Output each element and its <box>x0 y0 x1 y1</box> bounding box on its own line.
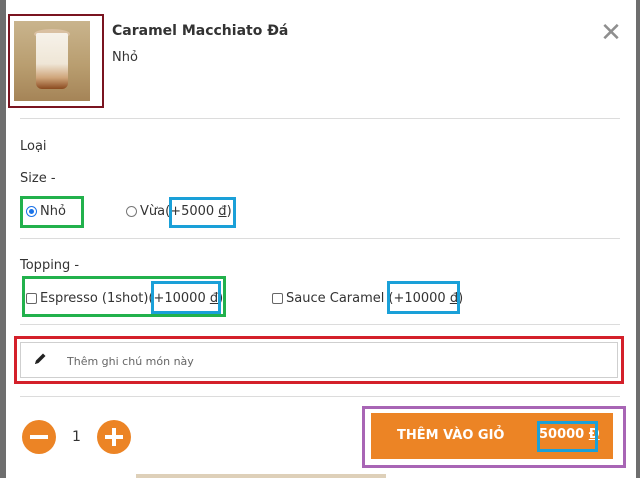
divider <box>20 324 620 325</box>
background-peek <box>136 474 386 478</box>
price-currency: đ <box>209 291 219 306</box>
topping-espresso-price: (+10000 đ) <box>148 291 223 306</box>
product-variant: Nhỏ <box>112 50 138 65</box>
price-suffix: ) <box>218 291 224 306</box>
checkbox-espresso[interactable] <box>26 293 37 304</box>
price-suffix: ) <box>458 291 464 306</box>
product-image <box>14 21 90 101</box>
add-to-cart-button[interactable]: THÊM VÀO GIỎ 50000 Đ <box>371 413 613 459</box>
topping-caramel-label: Sauce Caramel <box>286 291 385 306</box>
close-icon[interactable]: ✕ <box>598 20 624 46</box>
quantity-value: 1 <box>72 429 81 445</box>
size-option-medium-label: Vừa <box>140 204 166 219</box>
minus-icon[interactable] <box>22 420 56 454</box>
checkbox-caramel[interactable] <box>272 293 283 304</box>
size-option-medium[interactable]: Vừa (+5000 đ) <box>126 204 232 219</box>
divider <box>20 238 620 239</box>
price-text: (+10000 <box>148 291 210 306</box>
topping-option-espresso[interactable]: Espresso (1shot) (+10000 đ) <box>26 291 223 306</box>
radio-small[interactable] <box>26 206 37 217</box>
price-text: 50000 <box>539 427 589 442</box>
topping-option-caramel[interactable]: Sauce Caramel (+10000 đ) <box>272 291 463 306</box>
size-option-small-label: Nhỏ <box>40 204 66 219</box>
price-text: (+5000 <box>165 204 219 219</box>
note-field[interactable] <box>20 342 618 378</box>
product-title: Caramel Macchiato Đá <box>112 23 289 39</box>
add-to-cart-label: THÊM VÀO GIỎ <box>397 428 505 443</box>
price-currency: đ <box>218 204 227 219</box>
type-label: Loại <box>20 139 47 154</box>
product-options-modal: Caramel Macchiato Đá Nhỏ ✕ Loại Size - N… <box>6 0 636 478</box>
divider <box>20 118 620 119</box>
size-label: Size - <box>20 171 56 186</box>
size-option-small[interactable]: Nhỏ <box>26 204 66 219</box>
size-medium-price: (+5000 đ) <box>165 204 232 219</box>
radio-medium[interactable] <box>126 206 137 217</box>
glass-shape <box>36 33 68 89</box>
topping-caramel-price: (+10000 đ) <box>388 291 463 306</box>
topping-label: Topping - <box>20 258 80 273</box>
price-suffix: ) <box>226 204 232 219</box>
note-input[interactable] <box>65 351 609 371</box>
price-text: (+10000 <box>388 291 450 306</box>
plus-icon[interactable] <box>97 420 131 454</box>
topping-espresso-label: Espresso (1shot) <box>40 291 149 306</box>
price-currency: Đ <box>588 427 600 442</box>
backdrop-right <box>636 0 640 478</box>
pencil-icon <box>35 353 46 364</box>
add-to-cart-price: 50000 Đ <box>539 427 600 442</box>
price-currency: đ <box>449 291 459 306</box>
divider <box>20 396 620 397</box>
